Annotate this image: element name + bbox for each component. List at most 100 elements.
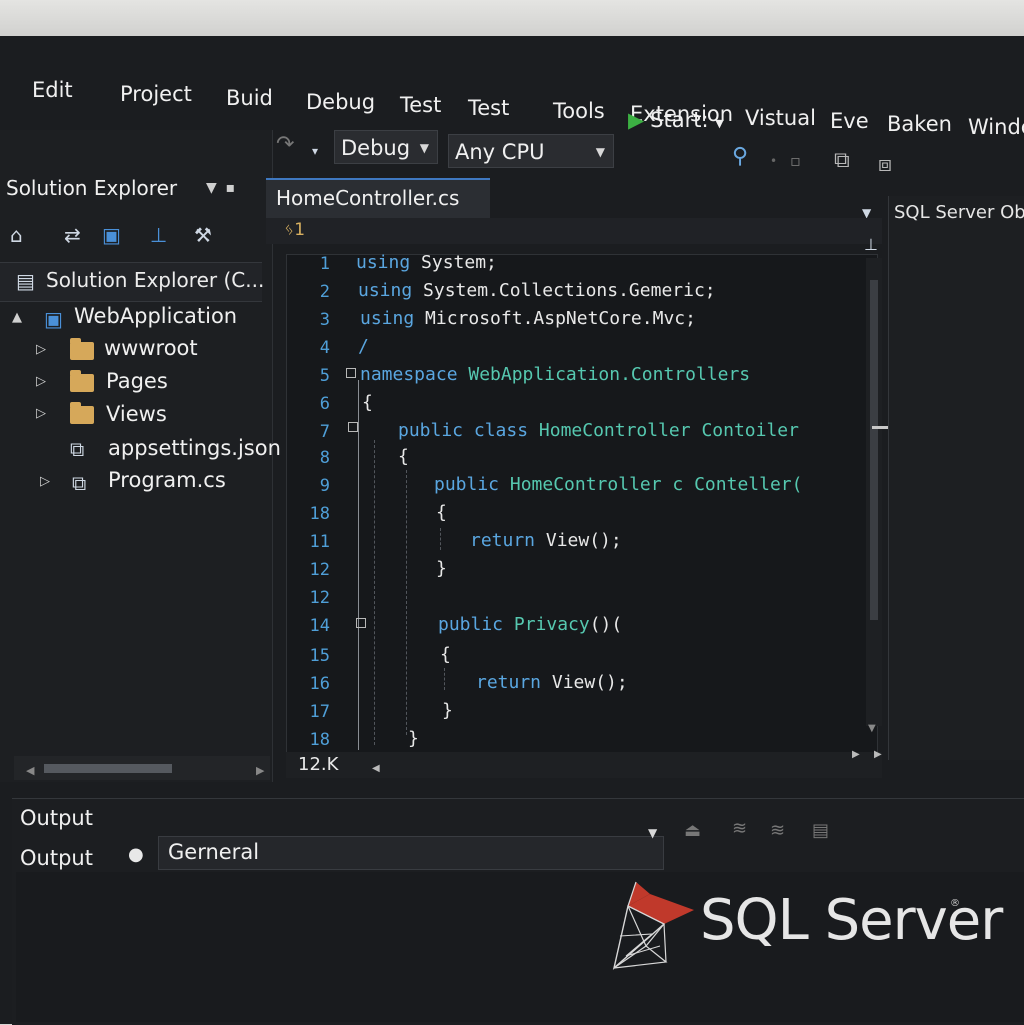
output-panel-title: Output <box>20 806 93 830</box>
sync-icon[interactable]: ⇄ <box>64 222 81 248</box>
chevron-down-icon: ▼ <box>419 141 429 155</box>
line-number: 9 <box>319 476 330 496</box>
layout-icon[interactable]: ⧉ <box>834 148 850 174</box>
tab-label: HomeController.cs <box>276 186 460 210</box>
prev-message-icon[interactable]: ≋ <box>732 816 747 842</box>
wrench-icon[interactable]: ⚒ <box>194 222 212 248</box>
collapsed-arrow-icon[interactable]: ▷ <box>36 374 46 389</box>
line-number: 15 <box>309 646 330 666</box>
step-icon[interactable]: ▫ <box>790 148 801 174</box>
play-icon: ▶ <box>628 108 645 132</box>
code-line[interactable]: namespace WebApplication.Controllers <box>360 364 750 385</box>
code-line[interactable]: public Privacy()( <box>438 614 622 635</box>
scroll-down-icon[interactable]: ▼ <box>868 716 876 742</box>
project-icon: ▣ <box>44 307 63 331</box>
tree-item-wwwroot[interactable]: wwwroot <box>104 336 198 360</box>
collapsed-arrow-icon[interactable]: ▷ <box>36 342 46 357</box>
scroll-right-icon[interactable]: ▶ <box>874 742 882 768</box>
chevron-down-icon[interactable]: ▾ <box>312 138 318 164</box>
expanded-arrow-icon[interactable]: ▲ <box>12 310 22 325</box>
next-message-icon[interactable]: ≋ <box>770 818 785 844</box>
panel-options-icon[interactable]: ▼ ▪ <box>206 180 235 196</box>
code-token: HomeController Contoiler <box>538 420 799 441</box>
scroll-right-icon[interactable]: ▶ <box>852 742 860 768</box>
sql-server-object-explorer-panel <box>888 196 1024 760</box>
code-line[interactable]: { <box>398 446 409 467</box>
tree-item-pages[interactable]: Pages <box>106 369 168 393</box>
line-number: 18 <box>309 504 330 524</box>
code-token: Microsoft.AspNetCore.Mvc; <box>425 308 696 329</box>
tree-item-program[interactable]: Program.cs <box>108 468 226 492</box>
code-token: namespace <box>360 364 469 385</box>
fold-toggle[interactable] <box>346 368 356 378</box>
line-number: 11 <box>309 532 330 552</box>
line-number: 7 <box>319 422 330 442</box>
platform-select[interactable]: Any CPU ▼ <box>448 134 614 168</box>
clear-all-icon[interactable]: ▤ <box>812 818 829 844</box>
menu-bar <box>0 32 1024 84</box>
indent-guide <box>406 470 407 735</box>
code-line[interactable]: { <box>362 392 373 413</box>
code-line[interactable]: using System; <box>356 252 497 273</box>
code-line[interactable]: } <box>436 558 447 579</box>
window-icon[interactable]: ⧈ <box>878 152 892 178</box>
code-line[interactable]: using System.Collections.Gemeric; <box>358 280 716 301</box>
line-number: 2 <box>319 282 330 302</box>
json-file-icon: ⧉ <box>70 437 85 461</box>
code-line[interactable]: { <box>436 502 447 523</box>
code-token: { <box>436 502 447 523</box>
code-line[interactable]: / <box>358 336 369 357</box>
output-source-value: Gerneral <box>168 840 260 864</box>
code-line[interactable]: public HomeController c Conteller( <box>434 474 802 495</box>
code-line[interactable]: { <box>440 644 451 665</box>
code-line[interactable]: return View(); <box>476 672 628 693</box>
line-number: 6 <box>319 394 330 414</box>
code-token: System; <box>421 252 497 273</box>
code-line[interactable]: } <box>442 700 453 721</box>
code-token: public class <box>398 420 539 441</box>
tree-item-appsettings[interactable]: appsettings.json <box>108 436 281 460</box>
code-line[interactable]: using Microsoft.AspNetCore.Mvc; <box>360 308 696 329</box>
code-token: return <box>470 530 546 551</box>
collapse-all-icon[interactable]: ▣ <box>102 222 121 248</box>
collapsed-arrow-icon[interactable]: ▷ <box>40 474 50 489</box>
code-token: View(); <box>545 530 622 551</box>
code-token: return <box>476 672 552 693</box>
code-token: } <box>442 700 453 721</box>
indent-guide <box>358 380 359 750</box>
find-message-icon[interactable]: ⏏ <box>684 818 701 844</box>
start-button[interactable]: ▶ Start: ▼ <box>628 108 724 132</box>
code-line[interactable]: return View(); <box>470 530 622 551</box>
scroll-left-icon[interactable]: ◀ <box>372 756 380 782</box>
code-token: using <box>360 308 426 329</box>
fold-toggle[interactable] <box>348 422 358 432</box>
home-icon[interactable]: ⌂ <box>10 222 23 248</box>
references-count: 1 <box>294 220 306 240</box>
chevron-down-icon: ▼ <box>595 145 605 159</box>
code-line[interactable]: } <box>408 728 419 749</box>
scrollbar-thumb[interactable] <box>870 280 878 620</box>
code-line[interactable]: public class HomeController Contoiler <box>398 420 799 441</box>
tree-item-views[interactable]: Views <box>106 402 167 426</box>
code-token: using <box>356 252 422 273</box>
tree-item-project[interactable]: WebApplication <box>74 304 237 328</box>
scrollbar-thumb[interactable] <box>44 764 172 773</box>
code-token: Privacy <box>513 614 590 635</box>
filter-icon[interactable]: ⊥ <box>150 222 167 248</box>
code-token: WebApplication.Controllers <box>468 364 751 385</box>
line-number: 5 <box>319 366 330 386</box>
scroll-left-icon[interactable]: ◀ <box>26 758 34 784</box>
editor-navigation-bar <box>266 218 882 244</box>
configuration-select[interactable]: Debug ▼ <box>334 130 438 164</box>
configuration-value: Debug <box>341 136 411 160</box>
code-token: HomeController c <box>509 474 695 495</box>
forward-icon[interactable]: ↷ <box>276 132 294 158</box>
references-indicator[interactable]: ᛃ1 <box>284 220 305 240</box>
zoom-level[interactable]: 12.K <box>298 754 338 775</box>
fold-toggle[interactable] <box>356 618 366 628</box>
debug-target-icon[interactable]: ⚲ <box>732 144 748 170</box>
scroll-right-icon[interactable]: ▶ <box>256 758 264 784</box>
collapsed-arrow-icon[interactable]: ▷ <box>36 406 46 421</box>
output-show-label: Output <box>20 846 93 870</box>
indent-guide <box>440 528 441 550</box>
